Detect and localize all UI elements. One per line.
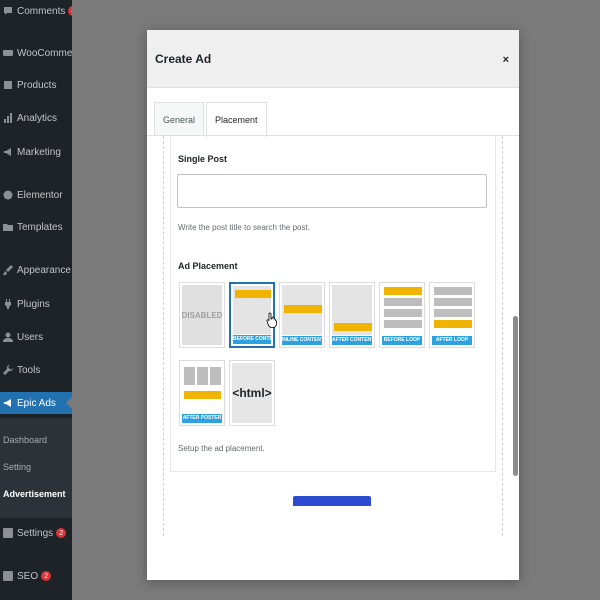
poster-block: [197, 367, 208, 385]
wrench-icon: [3, 365, 13, 375]
sidebar-item-tools[interactable]: Tools: [0, 359, 72, 381]
placement-option-html[interactable]: <html>: [229, 360, 275, 426]
folder-icon: [3, 222, 13, 232]
sidebar-item-label: Appearance: [17, 264, 71, 276]
seo-icon: [3, 571, 13, 581]
comment-icon: [3, 6, 13, 16]
sidebar-item-label: Tools: [17, 364, 41, 376]
placement-option-disabled[interactable]: DISABLED: [179, 282, 225, 348]
option-caption: AFTER LOOP: [432, 336, 472, 345]
sidebar-item-products[interactable]: Products: [0, 74, 72, 96]
woocommerce-icon: [3, 48, 13, 58]
sidebar-item-analytics[interactable]: Analytics: [0, 107, 72, 129]
sidebar-item-epic-ads[interactable]: Epic Ads: [0, 392, 72, 414]
sidebar-item-label: Settings: [17, 527, 54, 539]
tab-placement[interactable]: Placement: [206, 102, 267, 137]
settings-icon: [3, 528, 13, 538]
users-icon: [3, 332, 13, 342]
settings-count-badge: 2: [56, 528, 67, 538]
single-post-input[interactable]: [177, 174, 487, 208]
chart-bar-icon: [3, 113, 13, 123]
modal-scrollbar-thumb[interactable]: [513, 316, 518, 476]
submenu-item-setting[interactable]: Setting: [0, 458, 72, 476]
option-caption: BEFORE CONTENT: [233, 335, 271, 344]
disabled-thumb: DISABLED: [182, 285, 222, 345]
paintbrush-icon: [3, 265, 13, 275]
ad-placement-help: Setup the ad placement.: [178, 444, 265, 453]
placement-option-inline-content[interactable]: INLINE CONTENT: [279, 282, 325, 348]
sidebar-item-label: Users: [17, 331, 44, 343]
loop-item-bar: [384, 320, 422, 328]
sidebar-item-settings[interactable]: Settings 2: [0, 522, 72, 544]
sidebar-item-comments[interactable]: Comments 8: [0, 0, 72, 22]
single-post-label: Single Post: [178, 154, 228, 164]
loop-item-bar: [384, 309, 422, 317]
loop-item-bar: [384, 298, 422, 306]
placement-option-before-loop[interactable]: BEFORE LOOP: [379, 282, 425, 348]
sidebar-item-woocommerce[interactable]: WooCommerce: [0, 42, 72, 64]
sidebar-item-label: Comments: [17, 5, 66, 17]
poster-block: [210, 367, 221, 385]
ad-slot-bar: [434, 320, 472, 328]
close-button[interactable]: ×: [503, 54, 509, 66]
modal-title: Create Ad: [155, 52, 212, 66]
poster-block: [184, 367, 195, 385]
sidebar-item-label: Elementor: [17, 189, 63, 201]
sidebar-item-label: Epic Ads: [17, 397, 56, 409]
submenu-item-dashboard[interactable]: Dashboard: [0, 431, 72, 449]
plugin-icon: [3, 299, 13, 309]
admin-sidebar: Comments 8 WooCommerce Products Analytic…: [0, 0, 72, 600]
sidebar-item-appearance[interactable]: Appearance: [0, 259, 72, 281]
sidebar-item-label: WooCommerce: [17, 47, 72, 59]
placement-option-after-content[interactable]: AFTER CONTENT: [329, 282, 375, 348]
ad-slot-bar: [334, 323, 372, 331]
sidebar-item-seo[interactable]: SEO 2: [0, 565, 72, 587]
single-post-help: Write the post title to search the post.: [178, 223, 310, 232]
modal-tabs: General Placement: [154, 102, 269, 137]
elementor-icon: [3, 190, 13, 200]
sidebar-item-templates[interactable]: Templates: [0, 216, 72, 238]
seo-count-badge: 2: [41, 571, 52, 581]
sidebar-item-label: SEO: [17, 570, 39, 582]
loop-item-bar: [434, 298, 472, 306]
sidebar-item-marketing[interactable]: Marketing: [0, 141, 72, 163]
megaphone-icon: [3, 398, 13, 408]
ad-placement-label: Ad Placement: [178, 261, 238, 271]
megaphone-icon: [3, 147, 13, 157]
archive-icon: [3, 80, 13, 90]
placement-option-after-poster[interactable]: AFTER POSTER: [179, 360, 225, 426]
comments-count-badge: 8: [68, 6, 72, 16]
loop-item-bar: [434, 309, 472, 317]
hand-cursor-icon: [266, 312, 277, 328]
sidebar-item-label: Plugins: [17, 298, 50, 310]
submenu-item-advertisement[interactable]: Advertisement: [0, 485, 72, 503]
sidebar-item-elementor[interactable]: Elementor: [0, 184, 72, 206]
sidebar-item-label: Templates: [17, 221, 63, 233]
sidebar-item-plugins[interactable]: Plugins: [0, 293, 72, 315]
option-caption: INLINE CONTENT: [282, 336, 322, 345]
modal-header: Create Ad ×: [147, 30, 519, 88]
option-caption: AFTER CONTENT: [332, 336, 372, 345]
submit-button[interactable]: [293, 496, 371, 506]
ad-slot-bar: [384, 287, 422, 295]
create-ad-modal: Create Ad × General Placement Single Pos…: [147, 30, 519, 580]
sidebar-item-users[interactable]: Users: [0, 326, 72, 348]
ad-slot-bar: [184, 391, 221, 399]
sidebar-item-label: Analytics: [17, 112, 58, 124]
option-caption: AFTER POSTER: [182, 414, 222, 423]
sidebar-item-label: Products: [17, 79, 57, 91]
tab-general[interactable]: General: [154, 102, 205, 136]
active-indicator: [66, 397, 72, 409]
html-thumb: <html>: [232, 363, 272, 423]
loop-item-bar: [434, 287, 472, 295]
placement-option-after-loop[interactable]: AFTER LOOP: [429, 282, 475, 348]
ad-slot-bar: [284, 305, 322, 313]
option-caption: BEFORE LOOP: [382, 336, 422, 345]
ad-slot-bar: [235, 290, 271, 298]
sidebar-item-label: Marketing: [17, 146, 61, 158]
